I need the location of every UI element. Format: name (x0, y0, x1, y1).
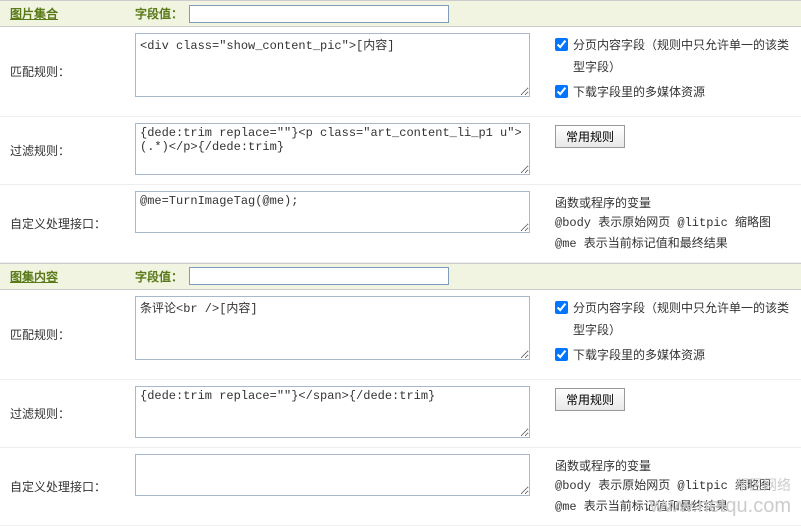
field-value-input[interactable] (189, 267, 449, 285)
download-media-row: 下载字段里的多媒体资源 (555, 345, 791, 367)
section-image-collection: 图片集合 字段值： 匹配规则： 分页内容字段（规则中只允许单一的该类型字段） 下… (0, 0, 801, 263)
download-media-label: 下载字段里的多媒体资源 (573, 345, 705, 367)
match-rule-textarea[interactable] (135, 33, 530, 97)
custom-handler-help: 函数或程序的变量 @body 表示原始网页 @litpic 缩略图 @me 表示… (535, 185, 801, 262)
field-value-label: 字段值： (135, 268, 183, 285)
filter-rule-row: 过滤规则： 常用规则 (0, 117, 801, 185)
section-title: 图集内容 (0, 268, 135, 285)
filter-rule-content (135, 380, 535, 447)
help-line-2: @me 表示当前标记值和最终结果 (555, 234, 791, 254)
custom-handler-row: 自定义处理接口： 函数或程序的变量 @body 表示原始网页 @litpic 缩… (0, 185, 801, 263)
filter-rule-label: 过滤规则： (0, 380, 135, 447)
match-rule-content (135, 290, 535, 379)
page-content-field-checkbox[interactable] (555, 301, 568, 314)
custom-handler-content (135, 185, 535, 262)
custom-handler-content (135, 448, 535, 525)
custom-handler-label: 自定义处理接口： (0, 185, 135, 262)
section-gallery-content: 图集内容 字段值： 匹配规则： 分页内容字段（规则中只允许单一的该类型字段） 下… (0, 263, 801, 526)
help-title: 函数或程序的变量 (555, 193, 791, 213)
help-line-1: @body 表示原始网页 @litpic 缩略图 (555, 476, 791, 496)
match-rule-row: 匹配规则： 分页内容字段（规则中只允许单一的该类型字段） 下载字段里的多媒体资源 (0, 290, 801, 380)
filter-rule-side: 常用规则 (535, 380, 801, 447)
field-value-label: 字段值： (135, 5, 183, 22)
custom-handler-textarea[interactable] (135, 454, 530, 496)
common-rules-button[interactable]: 常用规则 (555, 388, 625, 411)
filter-rule-textarea[interactable] (135, 386, 530, 438)
filter-rule-label: 过滤规则： (0, 117, 135, 184)
filter-rule-row: 过滤规则： 常用规则 (0, 380, 801, 448)
download-media-checkbox[interactable] (555, 348, 568, 361)
match-rule-label: 匹配规则： (0, 27, 135, 116)
help-line-1: @body 表示原始网页 @litpic 缩略图 (555, 213, 791, 233)
section-title: 图片集合 (0, 5, 135, 22)
custom-handler-textarea[interactable] (135, 191, 530, 233)
download-media-row: 下载字段里的多媒体资源 (555, 82, 791, 104)
match-rule-side: 分页内容字段（规则中只允许单一的该类型字段） 下载字段里的多媒体资源 (535, 27, 801, 116)
page-content-field-label: 分页内容字段（规则中只允许单一的该类型字段） (573, 298, 791, 341)
download-media-label: 下载字段里的多媒体资源 (573, 82, 705, 104)
custom-handler-row: 自定义处理接口： 函数或程序的变量 @body 表示原始网页 @litpic 缩… (0, 448, 801, 526)
section-header: 图集内容 字段值： (0, 264, 801, 290)
page-content-field-label: 分页内容字段（规则中只允许单一的该类型字段） (573, 35, 791, 78)
field-value-input[interactable] (189, 5, 449, 23)
download-media-checkbox[interactable] (555, 85, 568, 98)
match-rule-side: 分页内容字段（规则中只允许单一的该类型字段） 下载字段里的多媒体资源 (535, 290, 801, 379)
common-rules-button[interactable]: 常用规则 (555, 125, 625, 148)
page-content-field-row: 分页内容字段（规则中只允许单一的该类型字段） (555, 298, 791, 341)
match-rule-label: 匹配规则： (0, 290, 135, 379)
help-line-2: @me 表示当前标记值和最终结果 (555, 497, 791, 517)
match-rule-row: 匹配规则： 分页内容字段（规则中只允许单一的该类型字段） 下载字段里的多媒体资源 (0, 27, 801, 117)
custom-handler-help: 函数或程序的变量 @body 表示原始网页 @litpic 缩略图 @me 表示… (535, 448, 801, 525)
match-rule-textarea[interactable] (135, 296, 530, 360)
filter-rule-content (135, 117, 535, 184)
filter-rule-side: 常用规则 (535, 117, 801, 184)
match-rule-content (135, 27, 535, 116)
page-content-field-checkbox[interactable] (555, 38, 568, 51)
custom-handler-label: 自定义处理接口： (0, 448, 135, 525)
section-header: 图片集合 字段值： (0, 1, 801, 27)
page-content-field-row: 分页内容字段（规则中只允许单一的该类型字段） (555, 35, 791, 78)
help-title: 函数或程序的变量 (555, 456, 791, 476)
filter-rule-textarea[interactable] (135, 123, 530, 175)
